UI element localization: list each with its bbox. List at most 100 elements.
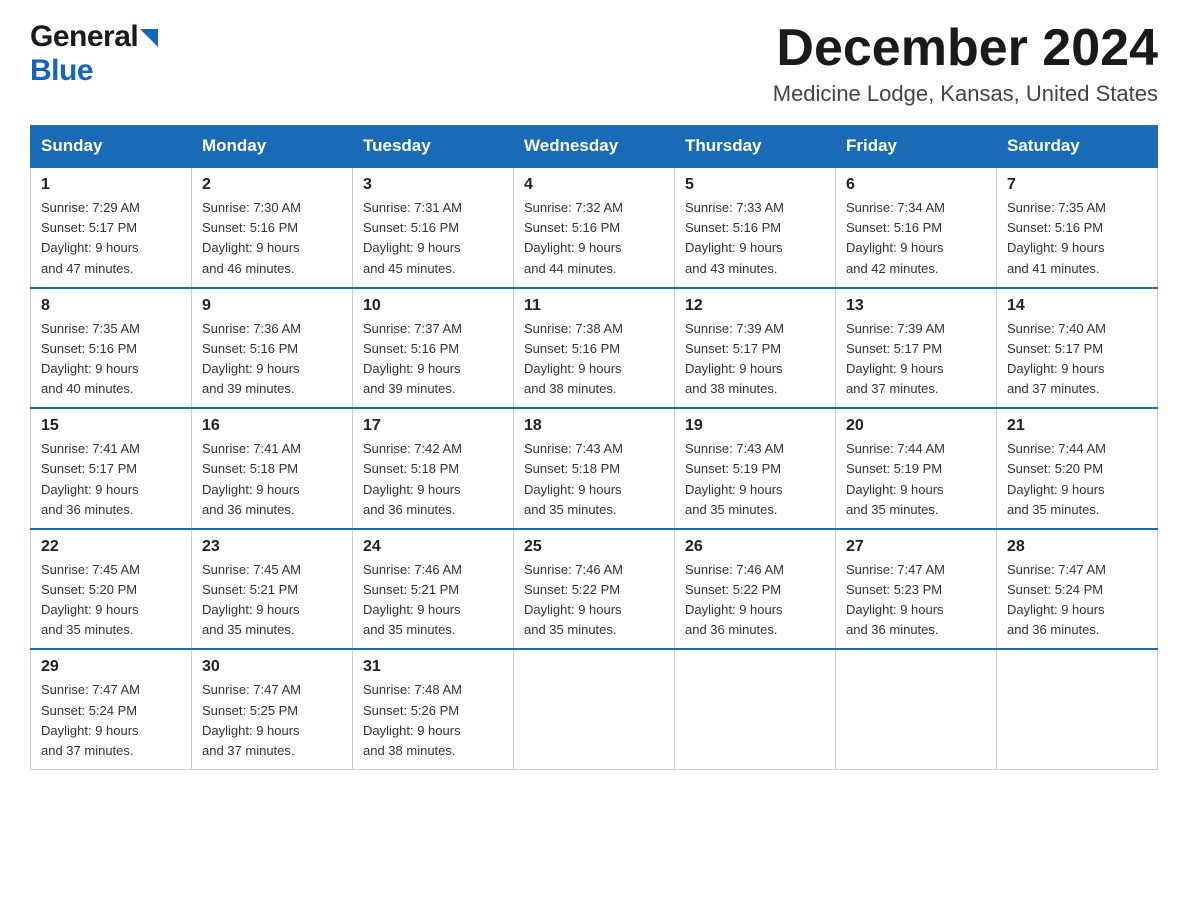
day-number: 3 <box>363 176 503 194</box>
day-info: Sunrise: 7:46 AM Sunset: 5:21 PM Dayligh… <box>363 560 503 641</box>
day-info: Sunrise: 7:39 AM Sunset: 5:17 PM Dayligh… <box>685 319 825 400</box>
logo: General Blue <box>30 20 158 88</box>
day-info: Sunrise: 7:37 AM Sunset: 5:16 PM Dayligh… <box>363 319 503 400</box>
calendar-cell: 3 Sunrise: 7:31 AM Sunset: 5:16 PM Dayli… <box>353 167 514 288</box>
day-info: Sunrise: 7:47 AM Sunset: 5:24 PM Dayligh… <box>1007 560 1147 641</box>
calendar-cell: 2 Sunrise: 7:30 AM Sunset: 5:16 PM Dayli… <box>192 167 353 288</box>
day-number: 31 <box>363 658 503 676</box>
day-number: 7 <box>1007 176 1147 194</box>
calendar-cell: 27 Sunrise: 7:47 AM Sunset: 5:23 PM Dayl… <box>836 529 997 650</box>
day-number: 14 <box>1007 297 1147 315</box>
calendar-cell: 26 Sunrise: 7:46 AM Sunset: 5:22 PM Dayl… <box>675 529 836 650</box>
page-header: General Blue December 2024 Medicine Lodg… <box>30 20 1158 107</box>
day-number: 9 <box>202 297 342 315</box>
day-number: 27 <box>846 538 986 556</box>
day-info: Sunrise: 7:43 AM Sunset: 5:19 PM Dayligh… <box>685 439 825 520</box>
day-info: Sunrise: 7:35 AM Sunset: 5:16 PM Dayligh… <box>41 319 181 400</box>
day-info: Sunrise: 7:30 AM Sunset: 5:16 PM Dayligh… <box>202 198 342 279</box>
day-number: 10 <box>363 297 503 315</box>
day-info: Sunrise: 7:47 AM Sunset: 5:24 PM Dayligh… <box>41 680 181 761</box>
calendar-cell: 13 Sunrise: 7:39 AM Sunset: 5:17 PM Dayl… <box>836 288 997 409</box>
day-number: 12 <box>685 297 825 315</box>
day-info: Sunrise: 7:45 AM Sunset: 5:21 PM Dayligh… <box>202 560 342 641</box>
day-number: 15 <box>41 417 181 435</box>
day-number: 16 <box>202 417 342 435</box>
day-header-tuesday: Tuesday <box>353 126 514 168</box>
calendar-cell: 6 Sunrise: 7:34 AM Sunset: 5:16 PM Dayli… <box>836 167 997 288</box>
day-number: 28 <box>1007 538 1147 556</box>
calendar-cell: 31 Sunrise: 7:48 AM Sunset: 5:26 PM Dayl… <box>353 649 514 769</box>
day-number: 18 <box>524 417 664 435</box>
day-info: Sunrise: 7:48 AM Sunset: 5:26 PM Dayligh… <box>363 680 503 761</box>
calendar-cell <box>836 649 997 769</box>
calendar-week-4: 22 Sunrise: 7:45 AM Sunset: 5:20 PM Dayl… <box>31 529 1158 650</box>
calendar-cell: 4 Sunrise: 7:32 AM Sunset: 5:16 PM Dayli… <box>514 167 675 288</box>
day-number: 25 <box>524 538 664 556</box>
day-number: 30 <box>202 658 342 676</box>
day-info: Sunrise: 7:44 AM Sunset: 5:20 PM Dayligh… <box>1007 439 1147 520</box>
calendar-cell: 30 Sunrise: 7:47 AM Sunset: 5:25 PM Dayl… <box>192 649 353 769</box>
calendar-cell: 16 Sunrise: 7:41 AM Sunset: 5:18 PM Dayl… <box>192 408 353 529</box>
calendar-cell: 29 Sunrise: 7:47 AM Sunset: 5:24 PM Dayl… <box>31 649 192 769</box>
day-info: Sunrise: 7:34 AM Sunset: 5:16 PM Dayligh… <box>846 198 986 279</box>
day-header-friday: Friday <box>836 126 997 168</box>
day-info: Sunrise: 7:47 AM Sunset: 5:23 PM Dayligh… <box>846 560 986 641</box>
day-number: 5 <box>685 176 825 194</box>
calendar-cell: 25 Sunrise: 7:46 AM Sunset: 5:22 PM Dayl… <box>514 529 675 650</box>
calendar-cell: 21 Sunrise: 7:44 AM Sunset: 5:20 PM Dayl… <box>997 408 1158 529</box>
day-info: Sunrise: 7:39 AM Sunset: 5:17 PM Dayligh… <box>846 319 986 400</box>
day-number: 29 <box>41 658 181 676</box>
day-number: 24 <box>363 538 503 556</box>
calendar-week-2: 8 Sunrise: 7:35 AM Sunset: 5:16 PM Dayli… <box>31 288 1158 409</box>
calendar-cell: 1 Sunrise: 7:29 AM Sunset: 5:17 PM Dayli… <box>31 167 192 288</box>
day-number: 4 <box>524 176 664 194</box>
calendar-cell: 11 Sunrise: 7:38 AM Sunset: 5:16 PM Dayl… <box>514 288 675 409</box>
location-title: Medicine Lodge, Kansas, United States <box>773 81 1158 107</box>
calendar-cell: 8 Sunrise: 7:35 AM Sunset: 5:16 PM Dayli… <box>31 288 192 409</box>
day-header-thursday: Thursday <box>675 126 836 168</box>
calendar-cell: 19 Sunrise: 7:43 AM Sunset: 5:19 PM Dayl… <box>675 408 836 529</box>
day-number: 20 <box>846 417 986 435</box>
day-info: Sunrise: 7:32 AM Sunset: 5:16 PM Dayligh… <box>524 198 664 279</box>
day-info: Sunrise: 7:35 AM Sunset: 5:16 PM Dayligh… <box>1007 198 1147 279</box>
day-header-wednesday: Wednesday <box>514 126 675 168</box>
logo-general: General <box>30 20 138 54</box>
day-info: Sunrise: 7:45 AM Sunset: 5:20 PM Dayligh… <box>41 560 181 641</box>
calendar-cell: 24 Sunrise: 7:46 AM Sunset: 5:21 PM Dayl… <box>353 529 514 650</box>
day-info: Sunrise: 7:44 AM Sunset: 5:19 PM Dayligh… <box>846 439 986 520</box>
calendar-cell: 7 Sunrise: 7:35 AM Sunset: 5:16 PM Dayli… <box>997 167 1158 288</box>
day-info: Sunrise: 7:42 AM Sunset: 5:18 PM Dayligh… <box>363 439 503 520</box>
calendar-cell: 12 Sunrise: 7:39 AM Sunset: 5:17 PM Dayl… <box>675 288 836 409</box>
day-number: 26 <box>685 538 825 556</box>
calendar-header-row: SundayMondayTuesdayWednesdayThursdayFrid… <box>31 126 1158 168</box>
day-number: 23 <box>202 538 342 556</box>
day-info: Sunrise: 7:36 AM Sunset: 5:16 PM Dayligh… <box>202 319 342 400</box>
calendar-week-1: 1 Sunrise: 7:29 AM Sunset: 5:17 PM Dayli… <box>31 167 1158 288</box>
title-section: December 2024 Medicine Lodge, Kansas, Un… <box>773 20 1158 107</box>
day-info: Sunrise: 7:47 AM Sunset: 5:25 PM Dayligh… <box>202 680 342 761</box>
day-info: Sunrise: 7:31 AM Sunset: 5:16 PM Dayligh… <box>363 198 503 279</box>
day-info: Sunrise: 7:38 AM Sunset: 5:16 PM Dayligh… <box>524 319 664 400</box>
day-info: Sunrise: 7:46 AM Sunset: 5:22 PM Dayligh… <box>524 560 664 641</box>
day-number: 8 <box>41 297 181 315</box>
day-number: 19 <box>685 417 825 435</box>
day-number: 6 <box>846 176 986 194</box>
logo-triangle-icon <box>140 29 158 47</box>
logo-blue: Blue <box>30 54 93 88</box>
calendar-cell: 28 Sunrise: 7:47 AM Sunset: 5:24 PM Dayl… <box>997 529 1158 650</box>
day-header-monday: Monday <box>192 126 353 168</box>
calendar-cell: 20 Sunrise: 7:44 AM Sunset: 5:19 PM Dayl… <box>836 408 997 529</box>
day-info: Sunrise: 7:43 AM Sunset: 5:18 PM Dayligh… <box>524 439 664 520</box>
day-number: 17 <box>363 417 503 435</box>
calendar-cell: 15 Sunrise: 7:41 AM Sunset: 5:17 PM Dayl… <box>31 408 192 529</box>
calendar-cell <box>675 649 836 769</box>
calendar-week-5: 29 Sunrise: 7:47 AM Sunset: 5:24 PM Dayl… <box>31 649 1158 769</box>
day-info: Sunrise: 7:29 AM Sunset: 5:17 PM Dayligh… <box>41 198 181 279</box>
calendar-cell: 14 Sunrise: 7:40 AM Sunset: 5:17 PM Dayl… <box>997 288 1158 409</box>
day-header-sunday: Sunday <box>31 126 192 168</box>
calendar-cell <box>514 649 675 769</box>
day-number: 21 <box>1007 417 1147 435</box>
calendar-cell <box>997 649 1158 769</box>
calendar-cell: 10 Sunrise: 7:37 AM Sunset: 5:16 PM Dayl… <box>353 288 514 409</box>
day-info: Sunrise: 7:46 AM Sunset: 5:22 PM Dayligh… <box>685 560 825 641</box>
